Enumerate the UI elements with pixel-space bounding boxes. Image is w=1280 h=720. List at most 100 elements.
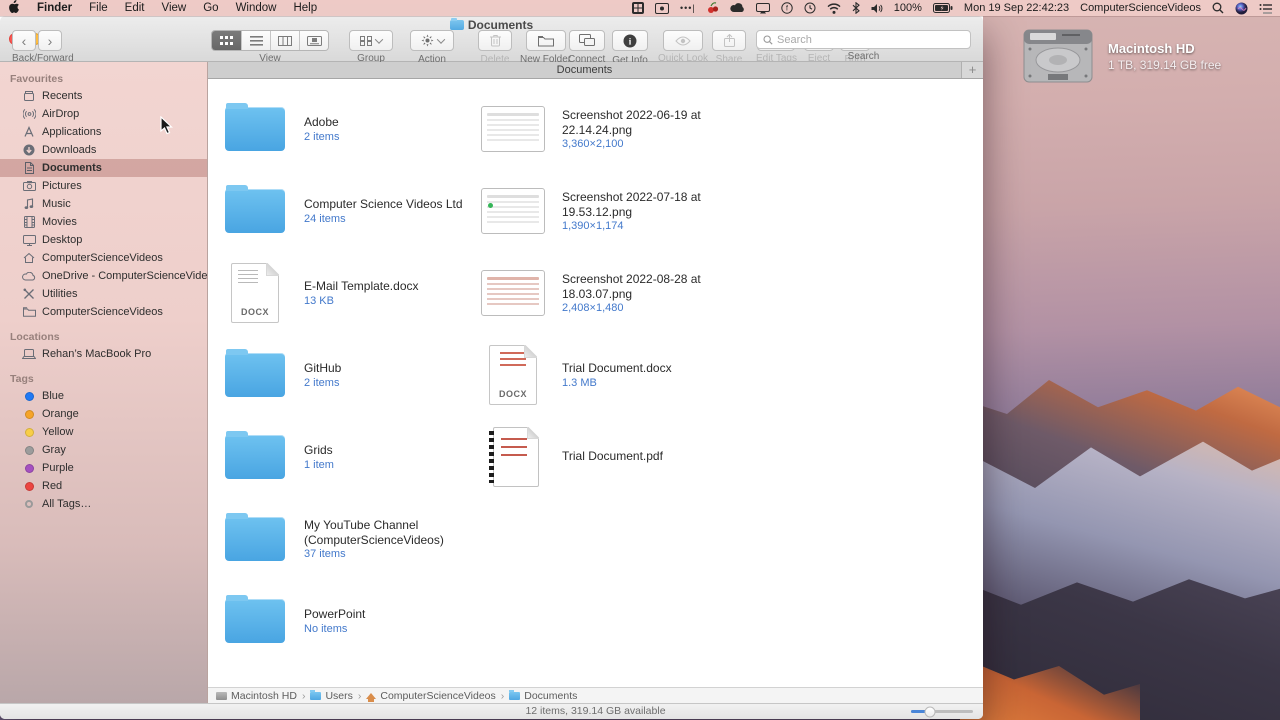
battery-icon[interactable]	[932, 3, 953, 13]
menu-window[interactable]: Window	[236, 2, 277, 14]
sidebar-item-applications[interactable]: Applications	[0, 123, 207, 141]
path-segment-macintosh-hd[interactable]: Macintosh HD	[216, 690, 297, 702]
tab-documents[interactable]: Documents	[208, 62, 961, 78]
chevron-down-icon	[374, 34, 384, 44]
file-item-csv-ltd[interactable]: Computer Science Videos Ltd 24 items	[222, 170, 480, 252]
sidebar-item-movies[interactable]: Movies	[0, 213, 207, 231]
path-segment-user-home[interactable]: ComputerScienceVideos	[366, 690, 496, 702]
sidebar-section-tags: Tags	[10, 373, 34, 385]
fast-user-switch[interactable]: ComputerScienceVideos	[1080, 2, 1201, 14]
file-item-screenshot-1[interactable]: Screenshot 2022-06-19 at 22.14.24.png 3,3…	[480, 88, 983, 170]
menu-view[interactable]: View	[162, 2, 187, 14]
drive-info: 1 TB, 319.14 GB free	[1108, 57, 1222, 72]
drive-name: Macintosh HD	[1108, 40, 1195, 56]
file-item-email-template[interactable]: DOCX E-Mail Template.docx 13 KB	[222, 252, 480, 334]
sidebar-item-csv-folder[interactable]: ComputerScienceVideos	[0, 303, 207, 321]
back-button[interactable]: ‹	[12, 30, 36, 51]
sidebar-item-macbook-pro[interactable]: Rehan’s MacBook Pro	[0, 345, 207, 363]
sidebar-item-downloads[interactable]: Downloads	[0, 141, 207, 159]
delete-button[interactable]	[478, 30, 512, 51]
menu-file[interactable]: File	[89, 2, 108, 14]
desktop-drive-macintosh-hd[interactable]: Macintosh HD 1 TB, 319.14 GB free	[1022, 28, 1221, 86]
cherry-app-icon[interactable]	[707, 2, 719, 14]
file-item-github[interactable]: GitHub 2 items	[222, 334, 480, 416]
music-icon	[24, 198, 34, 209]
view-icons-button[interactable]	[212, 31, 241, 50]
new-folder-button[interactable]	[525, 30, 566, 51]
chevron-down-icon	[436, 34, 445, 44]
menu-finder[interactable]: Finder	[37, 2, 72, 14]
sidebar-tag-yellow[interactable]: Yellow	[0, 423, 207, 441]
view-columns-button[interactable]	[270, 31, 299, 50]
action-button[interactable]	[410, 30, 454, 51]
path-segment-documents[interactable]: Documents	[509, 689, 577, 702]
menu-go[interactable]: Go	[203, 2, 218, 14]
apple-menu[interactable]	[8, 0, 20, 16]
cloud-status-icon[interactable]	[730, 3, 745, 13]
get-info-button[interactable]: i	[612, 30, 648, 51]
image-thumbnail-icon	[481, 270, 545, 316]
menubar-clock[interactable]: Mon 19 Sep 22:42:23	[964, 2, 1069, 14]
spotlight-search-icon[interactable]	[1212, 2, 1224, 14]
menu-help[interactable]: Help	[293, 2, 317, 14]
tag-orange-icon	[24, 409, 34, 419]
downloads-icon	[23, 144, 35, 156]
bluetooth-icon[interactable]	[852, 2, 860, 14]
sidebar-item-documents[interactable]: Documents	[0, 159, 207, 177]
slider-knob[interactable]	[924, 706, 936, 717]
sidebar-item-onedrive[interactable]: OneDrive - ComputerScienceVideos	[0, 267, 207, 285]
hard-drive-icon	[1023, 29, 1093, 83]
sidebar-tag-blue[interactable]: Blue	[0, 387, 207, 405]
notification-center-icon[interactable]	[1259, 3, 1272, 14]
sidebar-tag-all-tags[interactable]: All Tags…	[0, 495, 207, 513]
file-item-trial-docx[interactable]: DOCX Trial Document.docx 1.3 MB	[480, 334, 983, 416]
view-coverflow-button[interactable]	[299, 31, 328, 50]
wifi-icon[interactable]	[827, 2, 841, 14]
file-item-screenshot-2[interactable]: Screenshot 2022-07-18 at 19.53.12.png 1,3…	[480, 170, 983, 252]
file-item-trial-pdf[interactable]: Trial Document.pdf	[480, 416, 983, 498]
display-mirroring-icon[interactable]	[755, 2, 770, 14]
new-tab-button[interactable]: +	[961, 62, 983, 78]
window-toolbar: Documents ‹ › Back/Forward View Group Ac…	[0, 16, 983, 66]
folder-icon	[509, 689, 521, 700]
screen-recording-icon[interactable]	[654, 2, 669, 14]
group-button[interactable]	[349, 30, 393, 51]
sidebar-item-home[interactable]: ComputerScienceVideos	[0, 249, 207, 267]
circle-status-icon[interactable]: f	[781, 2, 793, 14]
sidebar-tag-orange[interactable]: Orange	[0, 405, 207, 423]
file-item-adobe[interactable]: Adobe 2 items	[222, 88, 480, 170]
file-item-screenshot-3[interactable]: Screenshot 2022-08-28 at 18.03.07.png 2,4…	[480, 252, 983, 334]
pdf-file-icon	[489, 427, 539, 487]
sidebar-item-airdrop[interactable]: AirDrop	[0, 105, 207, 123]
view-list-button[interactable]	[241, 31, 270, 50]
search-input[interactable]	[777, 33, 964, 46]
forward-button[interactable]: ›	[38, 30, 62, 51]
sidebar-item-utilities[interactable]: Utilities	[0, 285, 207, 303]
recents-icon	[24, 91, 34, 101]
siri-icon[interactable]	[1235, 2, 1248, 15]
file-item-youtube-channel[interactable]: My YouTube Channel (ComputerScienceVideo…	[222, 498, 480, 580]
sidebar-item-music[interactable]: Music	[0, 195, 207, 213]
icon-size-slider[interactable]	[911, 706, 973, 717]
quick-look-button[interactable]	[663, 30, 704, 51]
sidebar-item-pictures[interactable]: Pictures	[0, 177, 207, 195]
tag-yellow-icon	[24, 427, 34, 437]
connect-button[interactable]	[568, 30, 605, 51]
sidebar-tag-purple[interactable]: Purple	[0, 459, 207, 477]
sidebar-tag-gray[interactable]: Gray	[0, 441, 207, 459]
file-browser-content: Adobe 2 items Screenshot 2022-06-19 at 22…	[208, 79, 983, 687]
parallels-grid-icon[interactable]	[631, 2, 644, 14]
file-item-powerpoint[interactable]: PowerPoint No items	[222, 580, 480, 662]
input-menu-icon[interactable]: •••|	[680, 3, 696, 13]
sidebar-item-desktop[interactable]: Desktop	[0, 231, 207, 249]
volume-icon[interactable]	[871, 3, 883, 14]
share-button[interactable]	[712, 30, 746, 51]
menu-edit[interactable]: Edit	[125, 2, 145, 14]
sidebar-tag-red[interactable]: Red	[0, 477, 207, 495]
time-machine-icon[interactable]	[804, 2, 816, 14]
path-segment-users[interactable]: Users	[310, 689, 353, 702]
sidebar-item-recents[interactable]: Recents	[0, 87, 207, 105]
search-field[interactable]	[756, 30, 971, 49]
file-item-grids[interactable]: Grids 1 item	[222, 416, 480, 498]
home-icon	[23, 252, 35, 263]
